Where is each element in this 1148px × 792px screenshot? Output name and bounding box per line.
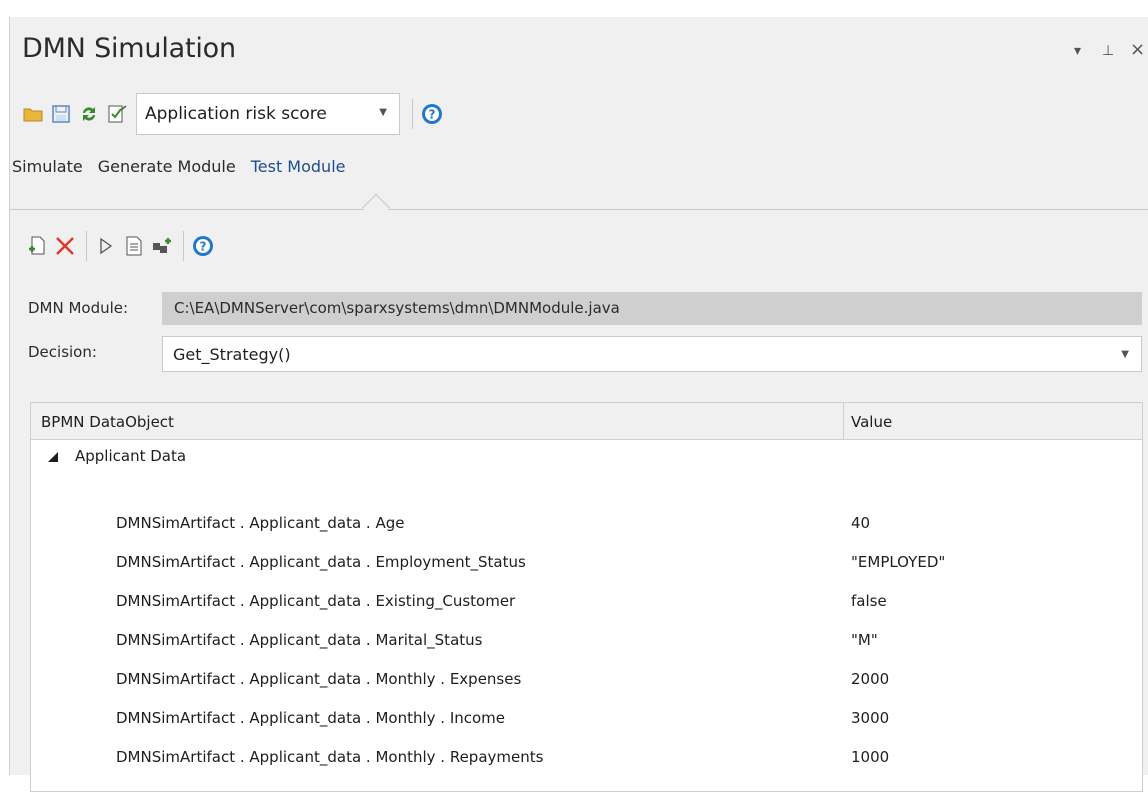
dmn-simulation-window: DMN Simulation ▾ ⊥ × Application risk sc… xyxy=(0,0,1148,792)
row-dataobject: DMNSimArtifact . Applicant_data . Existi… xyxy=(116,592,516,610)
row-dataobject: DMNSimArtifact . Applicant_data . Marita… xyxy=(116,631,483,649)
dmn-simulation-panel: DMN Simulation ▾ ⊥ × Application risk sc… xyxy=(9,17,1148,792)
delete-icon[interactable] xyxy=(54,235,76,257)
document-icon[interactable] xyxy=(123,235,145,257)
table-row[interactable]: DMNSimArtifact . Applicant_data . Age 40 xyxy=(31,503,1142,542)
toolbar-separator xyxy=(183,231,184,261)
row-value[interactable]: "EMPLOYED" xyxy=(851,553,945,571)
row-dataobject: DMNSimArtifact . Applicant_data . Monthl… xyxy=(116,709,506,727)
tab-simulate[interactable]: Simulate xyxy=(12,157,83,176)
svg-text:?: ? xyxy=(200,240,207,254)
pin-icon[interactable]: ⊥ xyxy=(1102,43,1114,59)
tab-generate-module[interactable]: Generate Module xyxy=(98,157,236,176)
active-tab-indicator xyxy=(361,193,391,223)
window-menu-dropdown-icon[interactable]: ▾ xyxy=(1074,43,1081,59)
svg-text:?: ? xyxy=(429,108,436,122)
column-header-dataobject[interactable]: BPMN DataObject xyxy=(41,413,174,431)
run-icon[interactable] xyxy=(95,235,117,257)
close-icon[interactable]: × xyxy=(1130,39,1145,60)
row-value[interactable]: 40 xyxy=(851,514,870,532)
help-icon[interactable]: ? xyxy=(192,235,214,257)
tab-bar: Simulate Generate Module Test Module xyxy=(12,157,360,176)
row-value[interactable]: 1000 xyxy=(851,748,889,766)
table-row[interactable]: DMNSimArtifact . Applicant_data . Monthl… xyxy=(31,698,1142,737)
row-dataobject: DMNSimArtifact . Applicant_data . Age xyxy=(116,514,405,532)
row-dataobject: DMNSimArtifact . Applicant_data . Monthl… xyxy=(116,748,544,766)
grid-header: BPMN DataObject Value xyxy=(31,403,1142,440)
model-select-value: Application risk score xyxy=(145,104,327,124)
save-icon[interactable] xyxy=(50,103,72,125)
table-row[interactable]: DMNSimArtifact . Applicant_data . Employ… xyxy=(31,542,1142,581)
toolbar-separator xyxy=(86,231,87,261)
left-margin xyxy=(0,17,9,775)
table-row[interactable]: DMNSimArtifact . Applicant_data . Marita… xyxy=(31,620,1142,659)
group-label: Applicant Data xyxy=(75,447,187,465)
data-object-grid: BPMN DataObject Value Applicant Data DMN… xyxy=(30,402,1143,792)
edit-check-icon[interactable] xyxy=(106,103,128,125)
chevron-down-icon: ▼ xyxy=(1121,349,1129,360)
table-row[interactable]: DMNSimArtifact . Applicant_data . Existi… xyxy=(31,581,1142,620)
refresh-icon[interactable] xyxy=(78,103,100,125)
open-folder-icon[interactable] xyxy=(22,103,44,125)
model-select[interactable]: Application risk score ▼ xyxy=(136,93,400,135)
chevron-down-icon: ▼ xyxy=(379,107,387,118)
tab-test-module[interactable]: Test Module xyxy=(251,157,346,176)
decision-select[interactable]: Get_Strategy() ▼ xyxy=(162,336,1142,372)
test-module-toolbar: ? xyxy=(26,231,220,261)
row-value[interactable]: 2000 xyxy=(851,670,889,688)
help-icon[interactable]: ? xyxy=(421,103,443,125)
group-row-applicant-data[interactable]: Applicant Data xyxy=(31,441,1142,471)
decision-select-value: Get_Strategy() xyxy=(173,345,291,364)
column-divider[interactable] xyxy=(843,403,844,440)
collapse-triangle-icon[interactable] xyxy=(47,449,59,467)
toolbar-separator xyxy=(412,99,413,129)
row-value[interactable]: 3000 xyxy=(851,709,889,727)
add-component-icon[interactable] xyxy=(151,235,173,257)
row-dataobject: DMNSimArtifact . Applicant_data . Employ… xyxy=(116,553,526,571)
window-title: DMN Simulation xyxy=(22,33,236,64)
row-value[interactable]: false xyxy=(851,592,887,610)
row-dataobject: DMNSimArtifact . Applicant_data . Monthl… xyxy=(116,670,522,688)
dmn-module-path-field: C:\EA\DMNServer\com\sparxsystems\dmn\DMN… xyxy=(162,292,1142,325)
table-row[interactable]: DMNSimArtifact . Applicant_data . Monthl… xyxy=(31,659,1142,698)
decision-label: Decision: xyxy=(28,343,97,361)
column-header-value[interactable]: Value xyxy=(851,413,892,431)
table-row[interactable]: DMNSimArtifact . Applicant_data . Monthl… xyxy=(31,737,1142,776)
dmn-module-label: DMN Module: xyxy=(28,299,129,317)
main-toolbar: Application risk score ▼ ? xyxy=(22,93,449,135)
top-band xyxy=(0,0,1148,17)
tab-underline xyxy=(10,209,1148,210)
row-value[interactable]: "M" xyxy=(851,631,878,649)
new-test-icon[interactable] xyxy=(26,235,48,257)
